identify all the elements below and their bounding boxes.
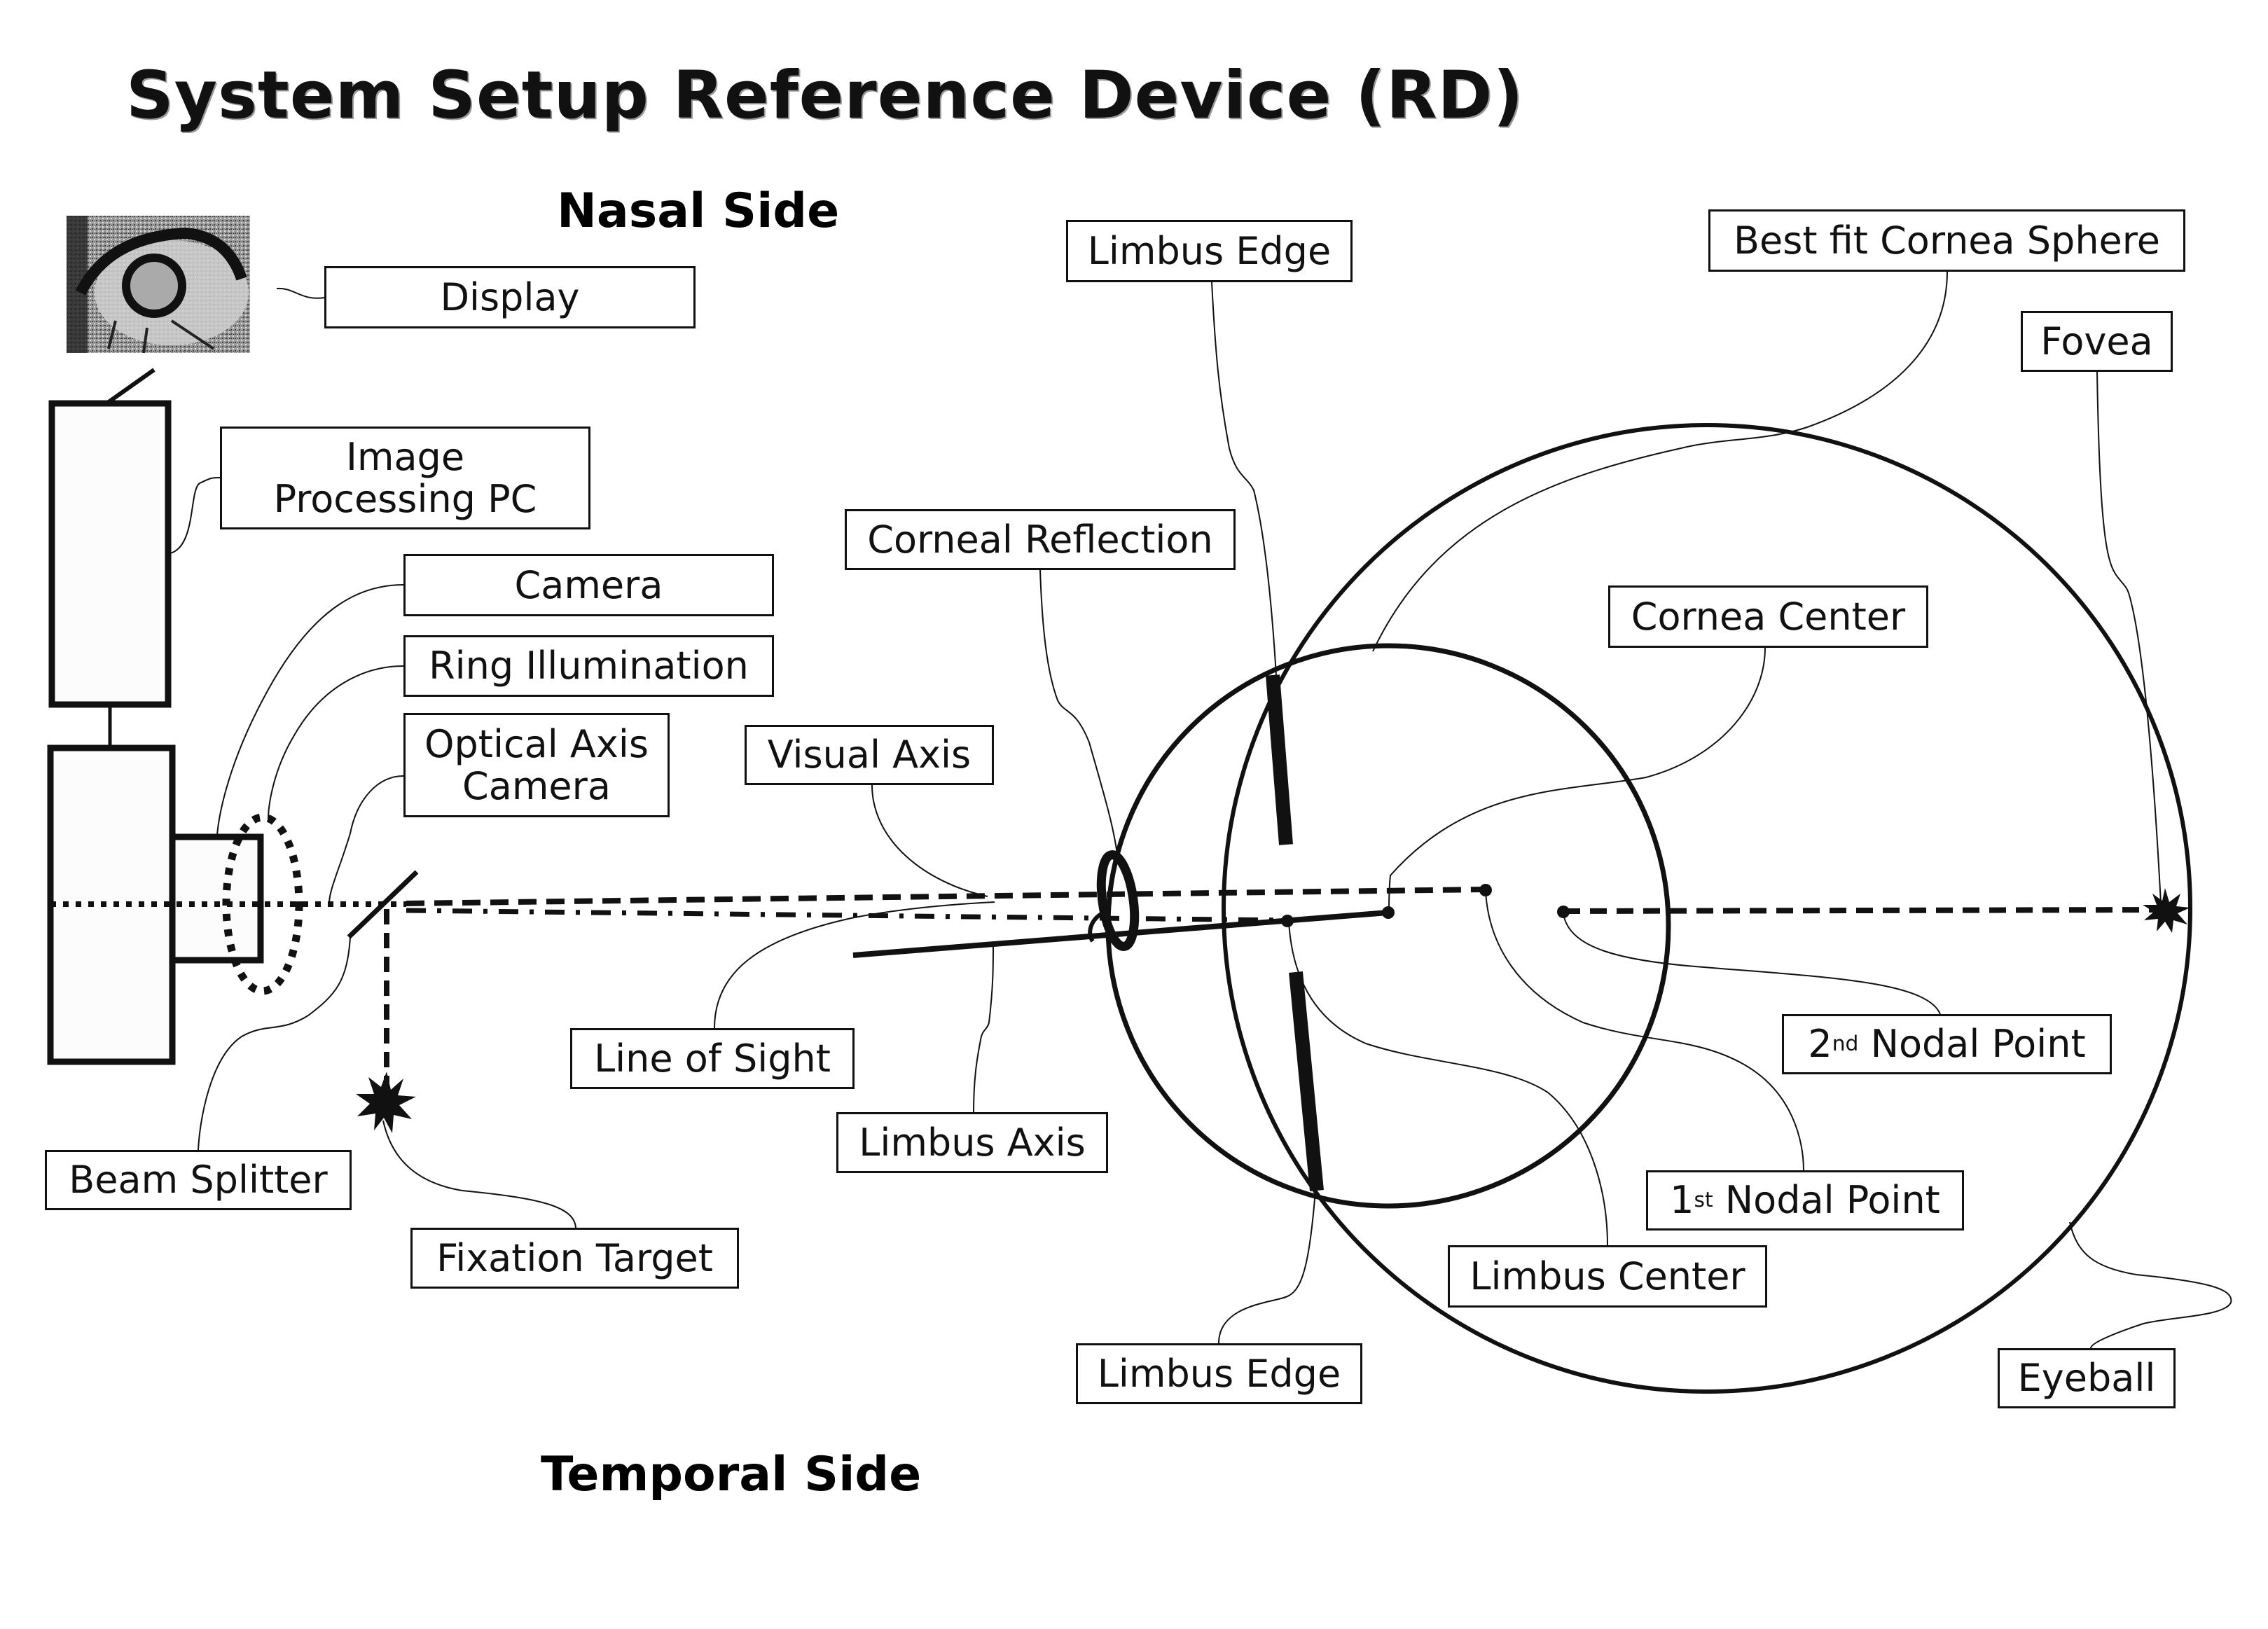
cornea-center-leader — [1388, 647, 1766, 913]
limbus-center-leader — [1288, 921, 1608, 1246]
limbus-edge-top-leader — [1211, 282, 1277, 676]
optical-axis-camera-label: Optical Axis Camera — [403, 713, 670, 817]
limbus-center-label: Limbus Center — [1448, 1245, 1767, 1308]
limbus-edge-bottom-leader — [1218, 1190, 1316, 1344]
optical-axis-camera-line1: Optical Axis — [424, 722, 649, 767]
limbus-edge-bottom-bar — [1289, 971, 1324, 1191]
ring-leader — [268, 665, 404, 820]
visual-axis-label: Visual Axis — [745, 725, 994, 785]
limbus-edge-top-bar — [1266, 674, 1293, 845]
beam-splitter-leader — [198, 936, 351, 1151]
fixation-target-label: Fixation Target — [410, 1228, 739, 1289]
fovea-label: Fovea — [2021, 311, 2173, 372]
fixation-target-leader — [382, 1120, 576, 1228]
first-nodal-text: Nodal Point — [1713, 1178, 1940, 1223]
corneal-reflection-label: Corneal Reflection — [845, 509, 1236, 570]
image-processing-pc-line1: Image — [345, 435, 465, 480]
visual-axis-end-dot — [1479, 884, 1492, 896]
best-fit-cornea-sphere-label: Best fit Cornea Sphere — [1708, 209, 2185, 272]
line-of-sight-leader — [714, 901, 995, 1029]
corneal-reflection-leader — [1039, 569, 1118, 855]
display-leader — [276, 287, 325, 299]
limbus-edge-top-label: Limbus Edge — [1066, 220, 1353, 282]
limbus-axis-label: Limbus Axis — [836, 1112, 1108, 1173]
nodal-to-fovea-line — [1563, 907, 2162, 914]
display-label: Display — [324, 266, 696, 328]
second-nodal-num: 2 — [1808, 1022, 1832, 1067]
second-nodal-dot — [1557, 906, 1570, 918]
second-nodal-leader — [1563, 913, 1941, 1015]
eyeball-leader — [2069, 1221, 2232, 1349]
first-nodal-point-label: 1st Nodal Point — [1646, 1170, 1964, 1231]
first-nodal-leader — [1485, 890, 1804, 1171]
starburst-icon — [356, 1072, 416, 1133]
visual-axis-line — [406, 887, 1486, 906]
optical-axis-leader — [329, 775, 404, 904]
eyeball-label: Eyeball — [1998, 1348, 2176, 1408]
optical-axis-camera-line2: Camera — [462, 763, 611, 808]
cornea-center-dot — [1382, 906, 1395, 919]
cornea-center-label: Cornea Center — [1608, 585, 1928, 648]
visual-axis-leader — [871, 784, 988, 897]
pc-leader — [170, 477, 221, 554]
image-processing-pc-line2: Processing PC — [273, 476, 537, 521]
camera-label: Camera — [403, 554, 774, 616]
display-stand — [107, 368, 155, 404]
first-nodal-num: 1 — [1670, 1178, 1694, 1223]
line-of-sight-label: Line of Sight — [570, 1028, 855, 1089]
limbus-axis-leader — [973, 945, 994, 1113]
image-processing-pc-label: Image Processing PC — [220, 427, 590, 529]
second-nodal-text: Nodal Point — [1858, 1022, 2086, 1067]
limbus-edge-bottom-label: Limbus Edge — [1076, 1343, 1362, 1404]
ring-illumination-label: Ring Illumination — [403, 635, 774, 697]
limbus-center-dot — [1281, 915, 1294, 927]
image-processing-pc-box — [48, 400, 172, 708]
beam-splitter-label: Beam Splitter — [45, 1150, 352, 1210]
second-nodal-point-label: 2nd Nodal Point — [1782, 1014, 2112, 1074]
camera-nose — [169, 833, 264, 964]
